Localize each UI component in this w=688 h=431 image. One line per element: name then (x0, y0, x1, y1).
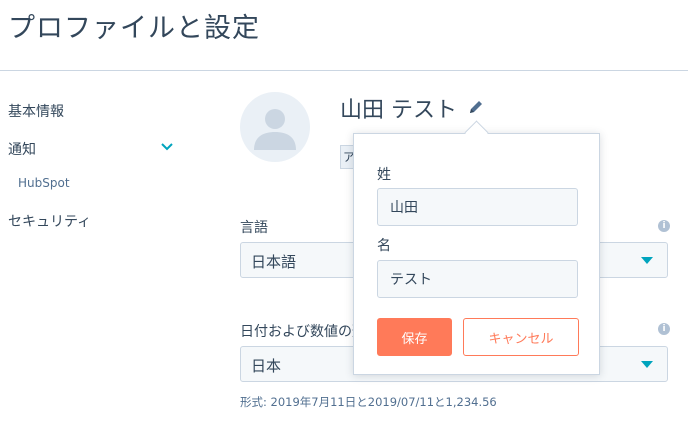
page-title: プロファイルと設定 (8, 13, 260, 44)
info-icon[interactable]: i (658, 220, 670, 232)
name-edit-popover: 姓 名 保存 キャンセル (353, 133, 600, 375)
caret-down-icon (641, 257, 653, 264)
last-name-input[interactable] (377, 188, 578, 226)
date-format-select-value: 日本 (251, 357, 282, 375)
header-divider (0, 70, 688, 71)
first-name-input[interactable] (377, 260, 578, 298)
cancel-button[interactable]: キャンセル (463, 318, 579, 356)
pencil-icon[interactable] (467, 98, 485, 116)
caret-down-icon (641, 361, 653, 368)
format-example-text: 形式: 2019年7月11日と2019/07/11と1,234.56 (240, 395, 497, 409)
sidebar-item-security[interactable]: セキュリティ (8, 211, 91, 231)
sidebar-item-basic-info[interactable]: 基本情報 (8, 101, 64, 121)
save-button[interactable]: 保存 (377, 318, 452, 356)
date-format-label: 日付および数値の形 (240, 324, 366, 340)
language-label: 言語 (240, 220, 268, 236)
first-name-label: 名 (377, 238, 391, 254)
language-select-value: 日本語 (251, 253, 297, 271)
last-name-label: 姓 (377, 167, 391, 183)
sidebar-item-notifications[interactable]: 通知 (8, 139, 36, 159)
info-icon[interactable]: i (658, 323, 670, 335)
user-name: 山田 テスト (340, 98, 457, 123)
sidebar-subitem-hubspot[interactable]: HubSpot (18, 176, 70, 190)
chevron-down-icon[interactable] (160, 140, 174, 154)
user-avatar-icon[interactable] (240, 92, 310, 162)
